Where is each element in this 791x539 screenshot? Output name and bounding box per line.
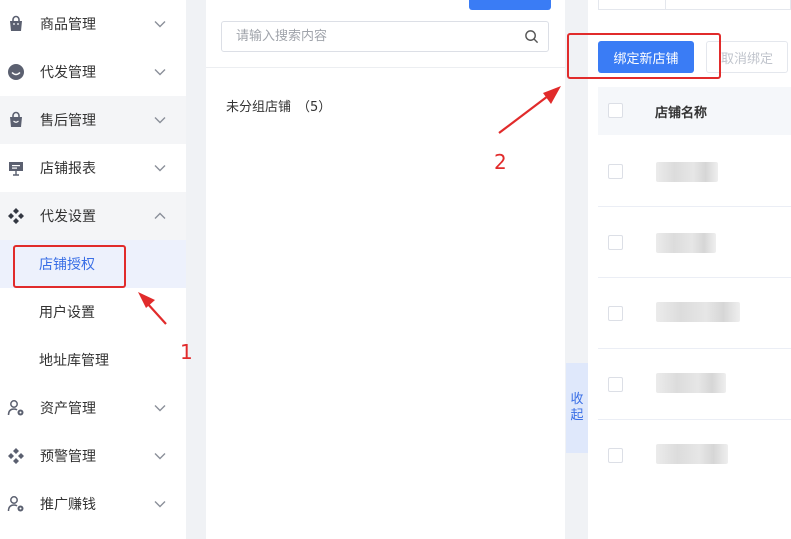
annotation-box-2: [567, 33, 721, 79]
presentation-board-icon: [7, 159, 25, 177]
table-row[interactable]: [598, 420, 791, 491]
redacted-store-name: [656, 233, 716, 253]
menu-item-label: 店铺报表: [40, 161, 96, 177]
search-icon[interactable]: [524, 29, 539, 44]
menu-item-goods[interactable]: 商品管理: [0, 0, 186, 48]
submenu-item-label: 地址库管理: [39, 353, 109, 369]
row-checkbox[interactable]: [608, 235, 623, 250]
row-checkbox[interactable]: [608, 306, 623, 321]
menu-item-label: 预警管理: [40, 449, 96, 465]
redacted-store-name: [656, 162, 718, 182]
chevron-down-icon: [154, 165, 166, 172]
diamond-grid-icon: [7, 447, 25, 465]
submenu-item-label: 用户设置: [39, 305, 95, 321]
select-all-checkbox[interactable]: [608, 103, 623, 118]
collapse-label-2: 起: [570, 408, 584, 423]
store-group-panel: 未分组店铺 （5）: [206, 0, 565, 539]
collapse-label-1: 收: [570, 392, 584, 407]
menu-item-dropship-settings[interactable]: 代发设置: [0, 192, 186, 240]
table-row[interactable]: [598, 278, 791, 349]
redacted-store-name: [656, 302, 740, 322]
user-gear-icon: [7, 495, 25, 513]
row-checkbox[interactable]: [608, 164, 623, 179]
menu-item-assets[interactable]: 资产管理: [0, 384, 186, 432]
menu-item-label: 代发设置: [40, 209, 96, 225]
submenu-item-user-settings[interactable]: 用户设置: [0, 288, 186, 336]
user-gear-icon: [7, 399, 25, 417]
row-checkbox[interactable]: [608, 377, 623, 392]
search-box: [221, 21, 549, 52]
redacted-store-name: [656, 444, 728, 464]
chevron-down-icon: [154, 501, 166, 508]
chevron-down-icon: [154, 453, 166, 460]
menu-item-label: 资产管理: [40, 401, 96, 417]
store-list-panel: 绑定新店铺 取消绑定 店铺名称: [588, 0, 791, 539]
table-row[interactable]: [598, 136, 791, 207]
menu-item-alerts[interactable]: 预警管理: [0, 432, 186, 480]
group-count: （5）: [297, 100, 332, 115]
submenu-item-address-library[interactable]: 地址库管理: [0, 336, 186, 384]
chevron-down-icon: [154, 69, 166, 76]
smile-face-icon: [7, 63, 25, 81]
chevron-up-icon: [154, 212, 166, 219]
annotation-number-2: 2: [494, 150, 507, 174]
collapse-button[interactable]: 收 起: [566, 363, 588, 453]
annotation-number-1: 1: [180, 340, 193, 364]
tab-separator: [665, 0, 666, 9]
top-action-button[interactable]: [469, 0, 551, 10]
menu-item-label: 推广赚钱: [40, 497, 96, 513]
redacted-store-name: [656, 373, 726, 393]
tab-bar[interactable]: [598, 0, 791, 10]
menu-item-label: 售后管理: [40, 113, 96, 129]
table-row[interactable]: [598, 349, 791, 420]
chevron-down-icon: [154, 405, 166, 412]
divider: [206, 67, 565, 68]
menu-item-label: 代发管理: [40, 65, 96, 81]
chevron-down-icon: [154, 21, 166, 28]
column-header-store-name: 店铺名称: [655, 106, 708, 121]
menu-item-store-report[interactable]: 店铺报表: [0, 144, 186, 192]
group-name: 未分组店铺: [226, 100, 292, 115]
chevron-down-icon: [154, 117, 166, 124]
table-row[interactable]: [598, 207, 791, 278]
row-checkbox[interactable]: [608, 448, 623, 463]
menu-item-promotion[interactable]: 推广赚钱: [0, 480, 186, 528]
search-input[interactable]: [222, 22, 502, 51]
menu-item-aftersales[interactable]: 售后管理: [0, 96, 186, 144]
bag-icon: [7, 111, 25, 129]
menu-item-label: 商品管理: [40, 17, 96, 33]
menu-item-dropship[interactable]: 代发管理: [0, 48, 186, 96]
table-header: 店铺名称: [598, 87, 791, 135]
annotation-box-1: [13, 245, 126, 288]
bag-icon: [7, 15, 25, 33]
diamond-grid-icon: [7, 207, 25, 225]
store-group-item[interactable]: 未分组店铺 （5）: [226, 96, 337, 115]
